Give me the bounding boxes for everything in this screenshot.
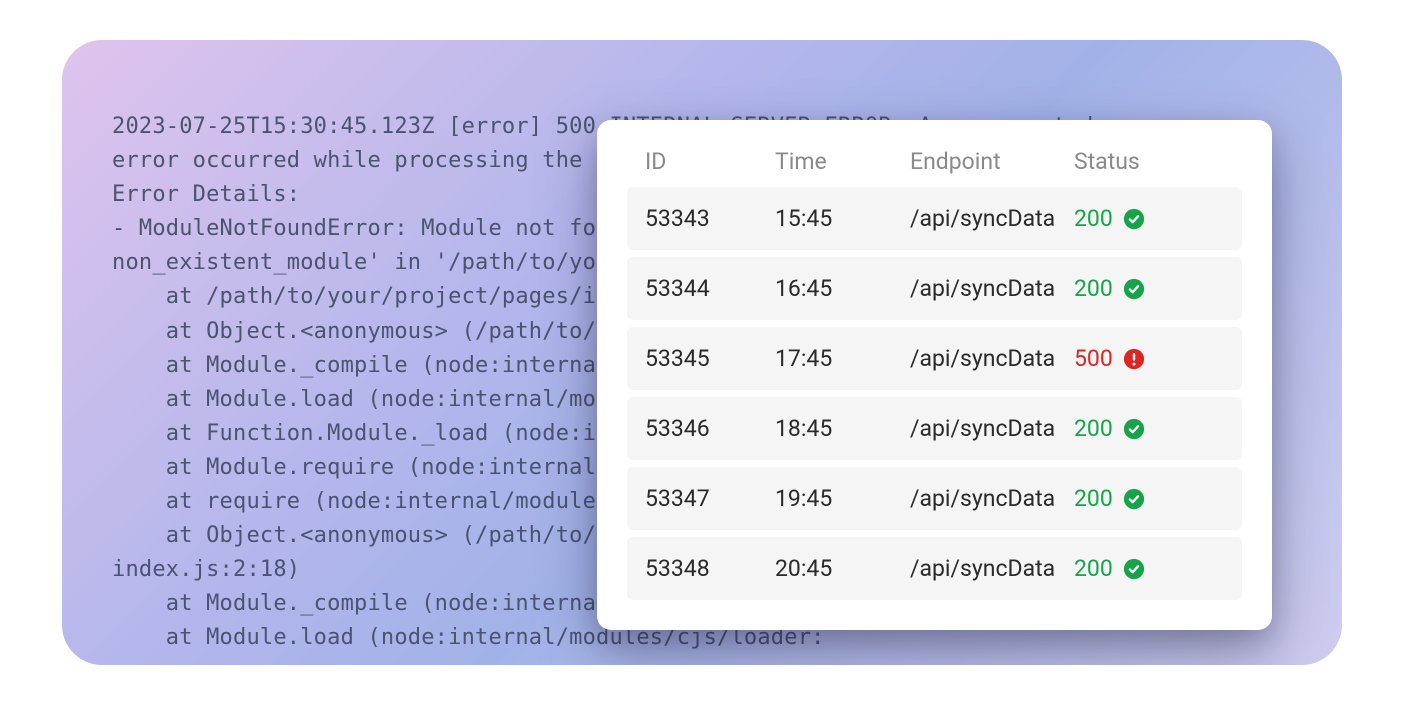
table-row[interactable]: 5334618:45/api/syncData200 <box>627 397 1242 460</box>
check-circle-icon <box>1123 208 1145 230</box>
status-code: 500 <box>1074 345 1113 372</box>
cell-endpoint: /api/syncData <box>910 485 1074 512</box>
cell-time: 17:45 <box>775 345 910 372</box>
header-status: Status <box>1074 148 1224 175</box>
cell-status: 200 <box>1074 275 1224 302</box>
cell-id: 53345 <box>645 345 775 372</box>
error-circle-icon <box>1123 348 1145 370</box>
cell-time: 15:45 <box>775 205 910 232</box>
cell-id: 53344 <box>645 275 775 302</box>
status-code: 200 <box>1074 485 1113 512</box>
table-row[interactable]: 5334820:45/api/syncData200 <box>627 537 1242 600</box>
cell-status: 500 <box>1074 345 1224 372</box>
check-circle-icon <box>1123 278 1145 300</box>
cell-time: 19:45 <box>775 485 910 512</box>
table-row[interactable]: 5334416:45/api/syncData200 <box>627 257 1242 320</box>
check-circle-icon <box>1123 558 1145 580</box>
cell-id: 53347 <box>645 485 775 512</box>
table-row[interactable]: 5334517:45/api/syncData500 <box>627 327 1242 390</box>
log-background-card: 2023-07-25T15:30:45.123Z [error] 500 INT… <box>62 40 1342 665</box>
cell-status: 200 <box>1074 485 1224 512</box>
requests-table-card: ID Time Endpoint Status 5334315:45/api/s… <box>597 120 1272 630</box>
cell-endpoint: /api/syncData <box>910 275 1074 302</box>
cell-endpoint: /api/syncData <box>910 345 1074 372</box>
cell-id: 53346 <box>645 415 775 442</box>
cell-endpoint: /api/syncData <box>910 205 1074 232</box>
status-code: 200 <box>1074 555 1113 582</box>
cell-status: 200 <box>1074 555 1224 582</box>
cell-time: 18:45 <box>775 415 910 442</box>
cell-status: 200 <box>1074 415 1224 442</box>
table-row[interactable]: 5334719:45/api/syncData200 <box>627 467 1242 530</box>
header-endpoint: Endpoint <box>910 148 1074 175</box>
header-time: Time <box>775 148 910 175</box>
cell-time: 20:45 <box>775 555 910 582</box>
header-id: ID <box>645 148 775 175</box>
table-body: 5334315:45/api/syncData2005334416:45/api… <box>627 187 1242 600</box>
status-code: 200 <box>1074 205 1113 232</box>
table-row[interactable]: 5334315:45/api/syncData200 <box>627 187 1242 250</box>
cell-time: 16:45 <box>775 275 910 302</box>
check-circle-icon <box>1123 418 1145 440</box>
status-code: 200 <box>1074 275 1113 302</box>
cell-endpoint: /api/syncData <box>910 555 1074 582</box>
cell-id: 53343 <box>645 205 775 232</box>
check-circle-icon <box>1123 488 1145 510</box>
cell-status: 200 <box>1074 205 1224 232</box>
table-header-row: ID Time Endpoint Status <box>627 148 1242 187</box>
cell-id: 53348 <box>645 555 775 582</box>
status-code: 200 <box>1074 415 1113 442</box>
cell-endpoint: /api/syncData <box>910 415 1074 442</box>
